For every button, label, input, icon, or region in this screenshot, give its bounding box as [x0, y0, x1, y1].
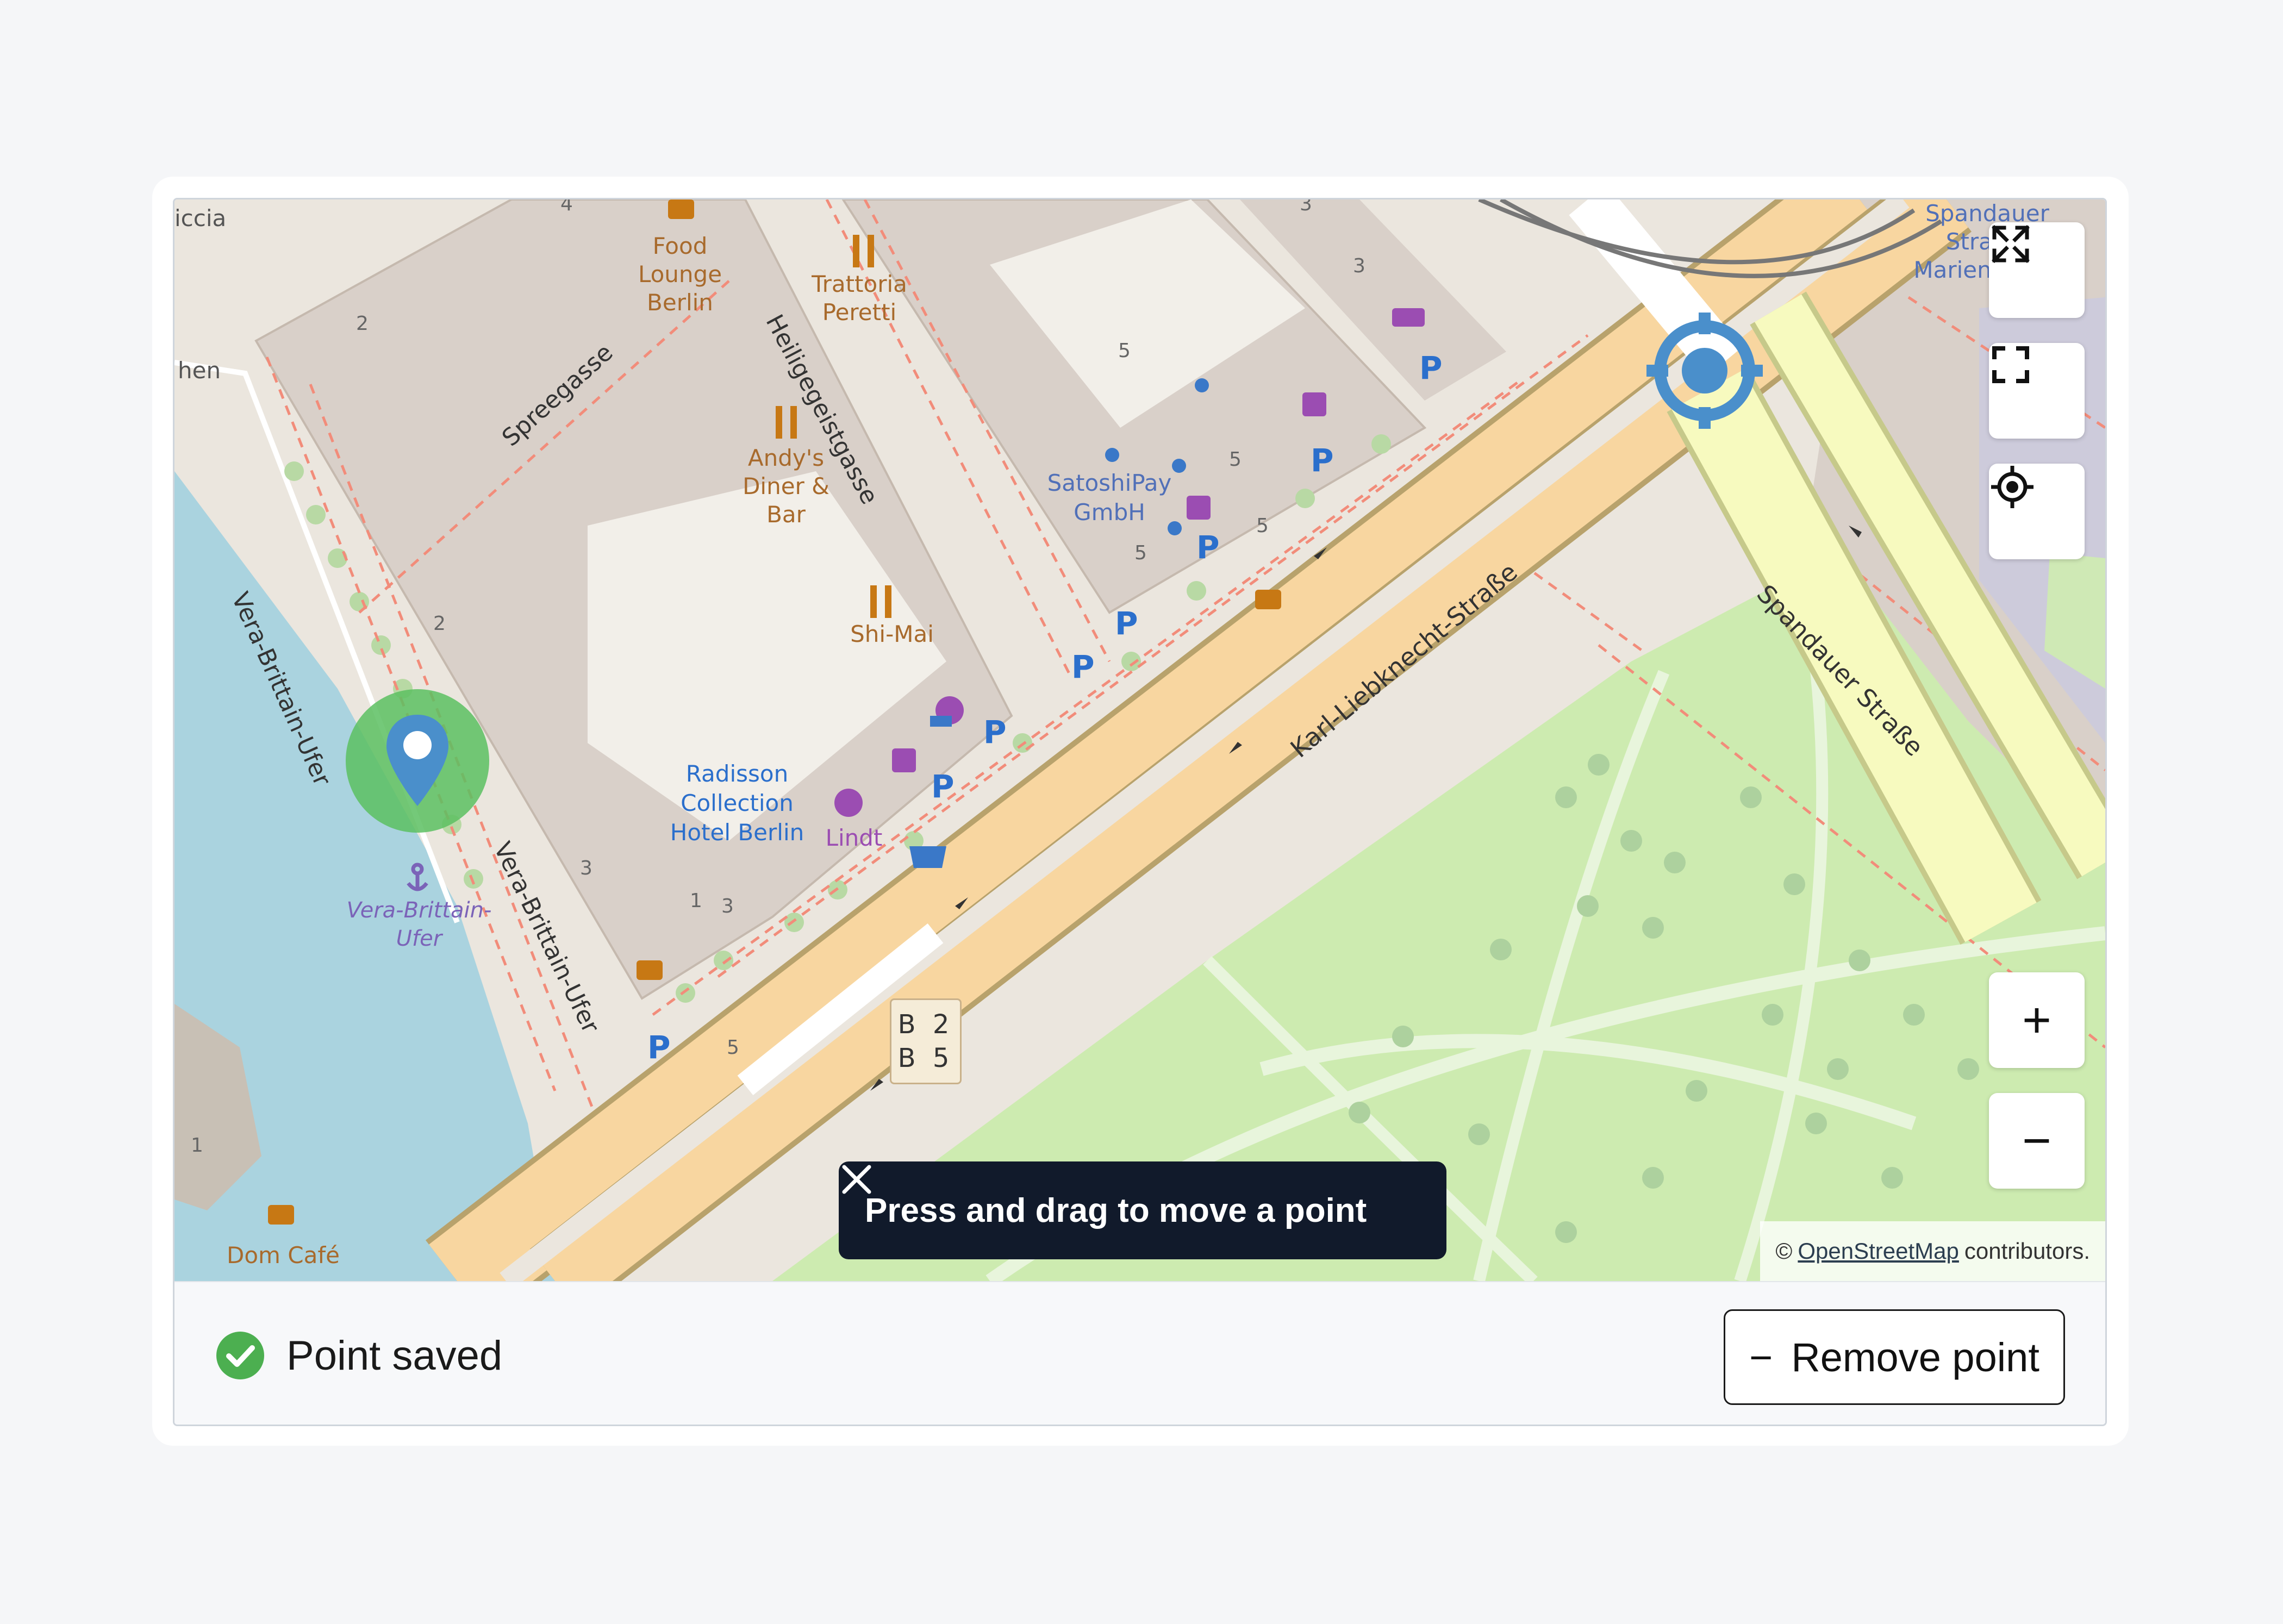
check-circle-icon — [216, 1332, 264, 1379]
housenumber: 3 — [1353, 255, 1365, 277]
poi-label-lindt: Lindt — [825, 825, 883, 851]
minus-icon: − — [1749, 1334, 1773, 1380]
housenumber: 5 — [1134, 542, 1147, 564]
drag-target-crosshair-icon[interactable] — [1642, 308, 1767, 433]
poi-label-dom-cafe: Dom Café — [227, 1242, 340, 1269]
toast-notification: Press and drag to move a point — [839, 1161, 1446, 1259]
svg-text:P: P — [1196, 529, 1220, 566]
route-shield-b5: B 5 — [897, 1043, 954, 1073]
close-icon[interactable] — [839, 1161, 875, 1197]
poi-label-radisson: Radisson Collection Hotel Berlin — [670, 760, 804, 846]
poi-label-food-lounge: Food Lounge Berlin — [638, 233, 722, 316]
locate-me-button[interactable] — [1989, 464, 2085, 559]
zoom-out-button[interactable]: − — [1989, 1093, 2085, 1189]
edge-label-iccia: iccia — [174, 205, 227, 232]
map-widget: PPP PPP PP Food Lounge Berlin Trattoria … — [173, 198, 2107, 1426]
poi-label-andys: Andy's Diner & Bar — [743, 445, 829, 528]
toast-message: Press and drag to move a point — [865, 1191, 1367, 1229]
housenumber: 3 — [721, 895, 734, 917]
svg-text:P: P — [1071, 648, 1095, 685]
status-text: Point saved — [286, 1332, 503, 1379]
locate-crosshair-icon — [1991, 466, 2034, 508]
housenumber: 5 — [1118, 340, 1131, 362]
route-shield: B 2 B 5 — [890, 998, 962, 1084]
housenumber: 4 — [560, 199, 573, 215]
housenumber: 5 — [1229, 448, 1242, 471]
svg-text:P: P — [647, 1029, 671, 1066]
housenumber: 5 — [1256, 515, 1269, 537]
svg-text:P: P — [1311, 442, 1334, 479]
remove-point-label: Remove point — [1791, 1334, 2039, 1380]
housenumber: 2 — [356, 313, 369, 335]
housenumber: 5 — [727, 1036, 739, 1059]
map-canvas[interactable]: PPP PPP PP Food Lounge Berlin Trattoria … — [174, 199, 2105, 1281]
saved-point-marker[interactable] — [344, 688, 491, 834]
route-shield-b2: B 2 — [897, 1009, 954, 1040]
poi-label-satoshipay: SatoshiPay GmbH — [1047, 470, 1172, 526]
housenumber: 3 — [1300, 199, 1312, 215]
svg-text:P: P — [1115, 605, 1138, 642]
svg-text:P: P — [931, 768, 955, 805]
housenumber: 2 — [433, 613, 446, 635]
save-status: Point saved — [215, 1330, 502, 1381]
openstreetmap-link[interactable]: OpenStreetMap — [1798, 1238, 1959, 1264]
poi-label-vera-brittain: Vera-Brittain-Ufer — [346, 898, 492, 951]
remove-point-button[interactable]: − Remove point — [1724, 1309, 2065, 1405]
housenumber: 1 — [191, 1134, 203, 1157]
map-attribution: © OpenStreetMap contributors. — [1760, 1221, 2105, 1281]
expand-map-button[interactable] — [1989, 222, 2085, 318]
attribution-prefix: © — [1775, 1238, 1793, 1264]
edge-label-hen: hen — [178, 357, 221, 384]
map-footer: Point saved − Remove point — [174, 1281, 2105, 1425]
fullscreen-corners-icon — [1992, 346, 2029, 383]
poi-label-shi-mai: Shi-Mai — [850, 621, 934, 647]
housenumber: 3 — [580, 857, 592, 879]
attribution-suffix: contributors. — [1964, 1238, 2090, 1264]
zoom-in-button[interactable]: + — [1989, 972, 2085, 1068]
fullscreen-button[interactable] — [1989, 343, 2085, 439]
svg-text:P: P — [983, 714, 1007, 751]
poi-label-trattoria: Trattoria Peretti — [812, 271, 907, 326]
expand-arrows-icon — [1992, 225, 2030, 263]
svg-text:P: P — [1419, 349, 1443, 386]
housenumber: 1 — [690, 890, 702, 912]
